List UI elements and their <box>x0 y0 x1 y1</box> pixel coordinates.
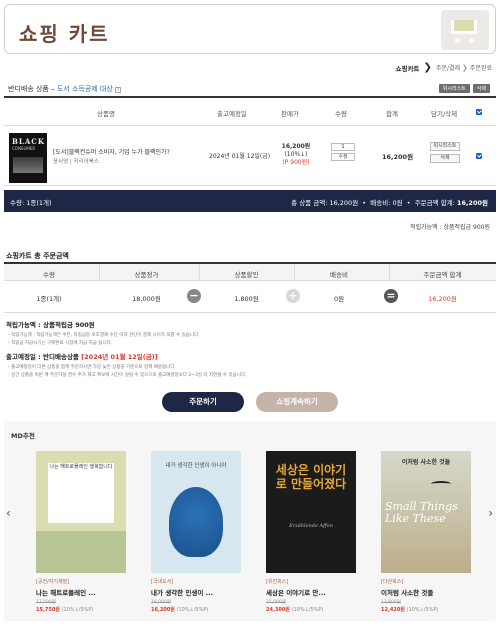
book-cover[interactable]: 이처럼 사소한 것들 Small Things Like These <box>381 451 471 573</box>
item-actions: 위시리스트 삭제 <box>430 142 460 166</box>
delete-selected-button[interactable]: 삭제 <box>472 84 490 93</box>
delivery-info-title: 출고예정일 : 반디배송상품 [2024년 01월 12일(금)] <box>6 353 158 361</box>
total-section-title: 쇼핑카트 총 주문금액 <box>6 252 69 260</box>
md-book[interactable]: 이처럼 사소한 것들 Small Things Like These [다산북스… <box>381 451 473 613</box>
cart-section-title: 반디배송 상품 – 도서 소득공제 대상 ? <box>8 85 122 93</box>
book-cover[interactable]: BLACK CONSUMER <box>9 133 47 183</box>
step-complete: 주문완료 <box>469 65 492 72</box>
item-delete-button[interactable]: 삭제 <box>430 154 460 163</box>
checkout-steps: 쇼핑카트 ❯ 주문/결제 ❯ 주문완료 <box>396 62 492 73</box>
item-sum: 16,200원 <box>382 153 414 161</box>
help-icon[interactable]: ? <box>115 87 122 93</box>
quantity-input[interactable]: 1 <box>331 143 355 151</box>
page-title: 쇼핑 카트 <box>19 22 110 46</box>
summary-total: 16,200원 <box>456 199 488 207</box>
delivery-note: - 일간 상품을 비반 께 주문하실 경우 추가 재고 확보에 시간이 걸릴 수… <box>8 373 247 378</box>
item-price: 16,200원 (10%↓) (P 900원) <box>281 143 311 166</box>
grand-total: 16,200원 <box>428 295 457 303</box>
md-book[interactable]: 나는 해트로플레인 행복합니다 [공전/자기계발] 나는 해트로플레인 ... … <box>36 451 128 613</box>
col-product: 상품명 <box>97 110 115 118</box>
md-book[interactable]: 세상은 이야기로 만들어졌다 Erzählende Affen [유진퍼스] 세… <box>266 451 358 613</box>
book-cover[interactable]: 세상은 이야기로 만들어졌다 Erzählende Affen <box>266 451 356 573</box>
md-recommendations: MD추천 ‹ › 나는 해트로플레인 행복합니다 [공전/자기계발] 나는 해트… <box>4 421 496 621</box>
step-current: 쇼핑카트 <box>395 64 420 73</box>
step-order: 주문/결제 <box>435 65 461 72</box>
col-qty: 수량 <box>335 110 347 118</box>
col-sum: 합계 <box>386 110 398 118</box>
book-title[interactable]: 나는 해트로플레인 ... <box>36 587 128 597</box>
chevron-right-icon: ❯ <box>462 63 468 72</box>
info-notes: 적립가능액 : 상품적립금 900원 - 적립가능액 : 적립가능액은 쿠폰, … <box>6 319 486 380</box>
quantity-update-button[interactable]: 수정 <box>331 153 355 161</box>
md-book[interactable]: 내가 생각한 인생이 아니야 [국내도서] 내가 생각한 인생이 ... 18,… <box>151 451 243 613</box>
chevron-right-icon[interactable]: › <box>488 506 493 520</box>
md-title: MD추천 <box>11 432 35 440</box>
chevron-right-icon: ❯ <box>423 62 432 73</box>
book-cover[interactable]: 나는 해트로플레인 행복합니다 <box>36 451 126 573</box>
item-delivery-date: 2024년 01월 12일(금) <box>209 153 271 160</box>
item-checkbox[interactable] <box>476 153 482 159</box>
book-cover[interactable]: 내가 생각한 인생이 아니야 <box>151 451 241 573</box>
total-table-body: 1종(1개) 18,000원 − 1,800원 + 0원 = 16,200원 <box>4 281 496 313</box>
points-note: - 적립금 지급시기는 구매완료 시점에 지급 지급 됩니다. <box>8 341 113 346</box>
cart-item-row: BLACK CONSUMER [도서]블랙컨슈머 소비자, 기업 누가 블랙인가… <box>4 126 496 186</box>
continue-shopping-button[interactable]: 쇼핑계속하기 <box>256 392 338 412</box>
col-actions: 담기/삭제 <box>431 110 458 118</box>
col-price: 판매가 <box>281 110 299 118</box>
item-wishlist-button[interactable]: 위시리스트 <box>430 142 460 151</box>
col-delivery: 출고예정일 <box>217 110 247 118</box>
bird-illustration <box>431 481 451 487</box>
points-available: 적립가능액 : 상품적립금 900원 <box>410 224 490 231</box>
page-header: 쇼핑 카트 <box>4 4 496 54</box>
quantity-stepper: 1 수정 <box>331 143 355 161</box>
summary-amounts: 총 상품 금액: 16,200원 • 배송비: 0원 • 주문금액 합계: 16… <box>291 199 488 207</box>
delivery-note: - 출고예정일이 다른 상품을 함께 주문하시면 가장 늦은 상품을 기준으로 … <box>8 365 176 370</box>
item-publisher: 윤서영 | 커리어북스 <box>53 159 99 165</box>
cart-table-header: 상품명 출고예정일 판매가 수량 합계 담기/삭제 <box>4 98 496 126</box>
select-all-checkbox[interactable] <box>476 109 482 115</box>
total-table: 수량 상품정가 상품할인 배송비 주문금액 합계 1종(1개) 18,000원 … <box>4 262 496 313</box>
cart-summary-bar: 수량: 1종(1개) 총 상품 금액: 16,200원 • 배송비: 0원 • … <box>4 190 496 212</box>
total-table-header: 수량 상품정가 상품할인 배송비 주문금액 합계 <box>4 264 496 281</box>
points-info-title: 적립가능액 : 상품적립금 900원 <box>6 321 95 329</box>
points-note: - 적립가능액 : 적립가능액은 쿠폰, 적립금등 보조결제 수단 이하 잔단어… <box>8 333 200 338</box>
item-name[interactable]: [도서]블랙컨슈머 소비자, 기업 누가 블랙인가? <box>53 147 170 156</box>
order-button[interactable]: 주문하기 <box>162 392 244 412</box>
wishlist-selected-button[interactable]: 위시리스트 <box>438 84 470 93</box>
chevron-left-icon[interactable]: ‹ <box>6 506 11 520</box>
cart-table: 상품명 출고예정일 판매가 수량 합계 담기/삭제 BLACK CONSUMER… <box>4 96 496 186</box>
category-link[interactable]: 도서 소득공제 대상 <box>57 85 113 93</box>
book-title[interactable]: 세상은 이야기로 만... <box>266 587 358 597</box>
summary-count: 수량: 1종(1개) <box>10 199 52 207</box>
cart-icon <box>441 10 489 50</box>
peacock-illustration <box>169 487 223 557</box>
book-title[interactable]: 내가 생각한 인생이 ... <box>151 587 243 597</box>
book-title[interactable]: 이처럼 사소한 것들 <box>381 587 473 597</box>
